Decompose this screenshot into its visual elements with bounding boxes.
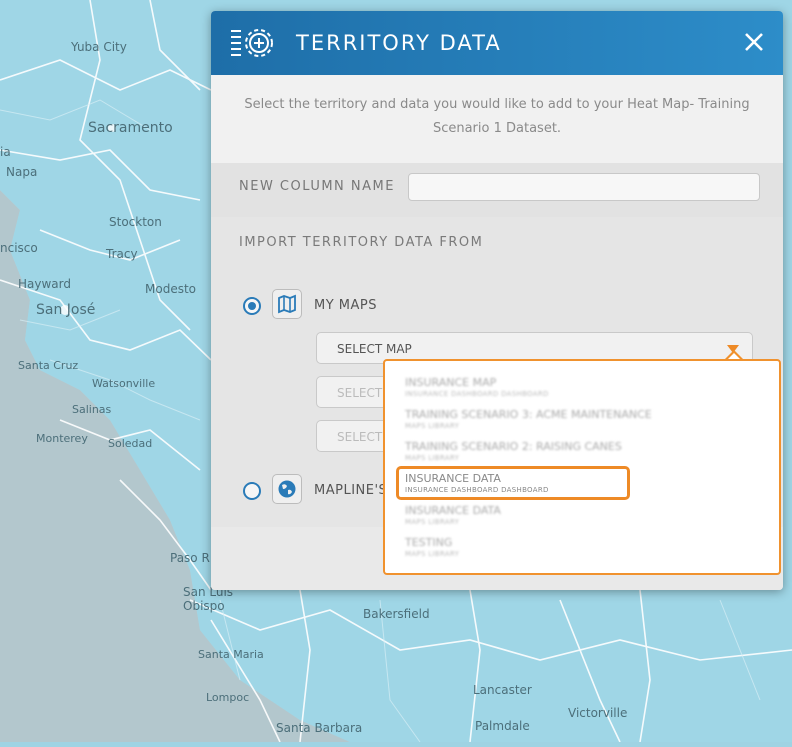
highlight-box (396, 466, 630, 500)
maplines-radio[interactable] (243, 482, 261, 500)
my-maps-label[interactable]: MY MAPS (314, 298, 377, 313)
close-icon (745, 33, 763, 51)
map-label: Hayward (18, 277, 71, 291)
map-label: Salinas (72, 403, 112, 416)
modal-title: TERRITORY DATA (296, 31, 502, 55)
maplines-label[interactable]: MAPLINE'S (314, 483, 387, 498)
map-label: Stockton (109, 215, 162, 229)
map-label: Monterey (36, 432, 88, 445)
close-button[interactable] (739, 27, 769, 57)
list-item-title: TRAINING SCENARIO 3: ACME MAINTENANCE (405, 408, 652, 421)
list-item-subtitle: MAPS LIBRARY (405, 422, 460, 430)
map-label: Tracy (106, 247, 138, 261)
select-map-label: SELECT MAP (337, 342, 412, 356)
map-label: Victorville (568, 706, 628, 720)
list-item-subtitle: INSURANCE DASHBOARD DASHBOARD (405, 390, 549, 398)
map-label: Lompoc (206, 691, 250, 704)
select-label-2: SELECT (337, 386, 383, 400)
new-column-row: NEW COLUMN NAME (211, 163, 783, 218)
map-label: Soledad (108, 437, 153, 450)
list-item-title: TESTING (405, 536, 453, 549)
gear-list-icon (229, 25, 279, 61)
list-item-subtitle: MAPS LIBRARY (405, 550, 460, 558)
globe-icon (272, 474, 302, 504)
map-label: Lancaster (473, 683, 532, 697)
intro-section: Select the territory and data you would … (211, 75, 783, 163)
map-label: Santa Maria (198, 648, 264, 661)
list-item-title: TRAINING SCENARIO 2: RAISING CANES (405, 440, 622, 453)
select-label-3: SELECT (337, 430, 383, 444)
map-label: Yuba City (71, 40, 127, 54)
my-maps-radio[interactable] (243, 297, 261, 315)
intro-text: Select the territory and data you would … (244, 97, 750, 136)
list-item-subtitle: MAPS LIBRARY (405, 518, 460, 526)
map-label: Bakersfield (363, 607, 430, 621)
map-label: Santa Cruz (18, 359, 79, 372)
list-item-title: INSURANCE MAP (405, 376, 497, 389)
map-label: ncisco (0, 241, 38, 255)
map-label: ia (0, 145, 11, 159)
map-label: Santa Barbara (276, 721, 363, 735)
import-label: IMPORT TERRITORY DATA FROM (239, 235, 484, 250)
map-label: Modesto (145, 282, 196, 296)
map-label: Paso R (170, 551, 210, 565)
map-label: Napa (6, 165, 38, 179)
list-item-title: INSURANCE DATA (405, 504, 501, 517)
map-label: Palmdale (475, 719, 530, 733)
map-label: Sacramento (88, 120, 173, 136)
map-icon (272, 289, 302, 319)
modal-header: TERRITORY DATA (211, 11, 783, 75)
map-label: Watsonville (92, 377, 156, 390)
map-label: San José (36, 302, 96, 318)
new-column-input[interactable] (408, 173, 760, 201)
list-item-subtitle: MAPS LIBRARY (405, 454, 460, 462)
new-column-label: NEW COLUMN NAME (239, 179, 395, 194)
